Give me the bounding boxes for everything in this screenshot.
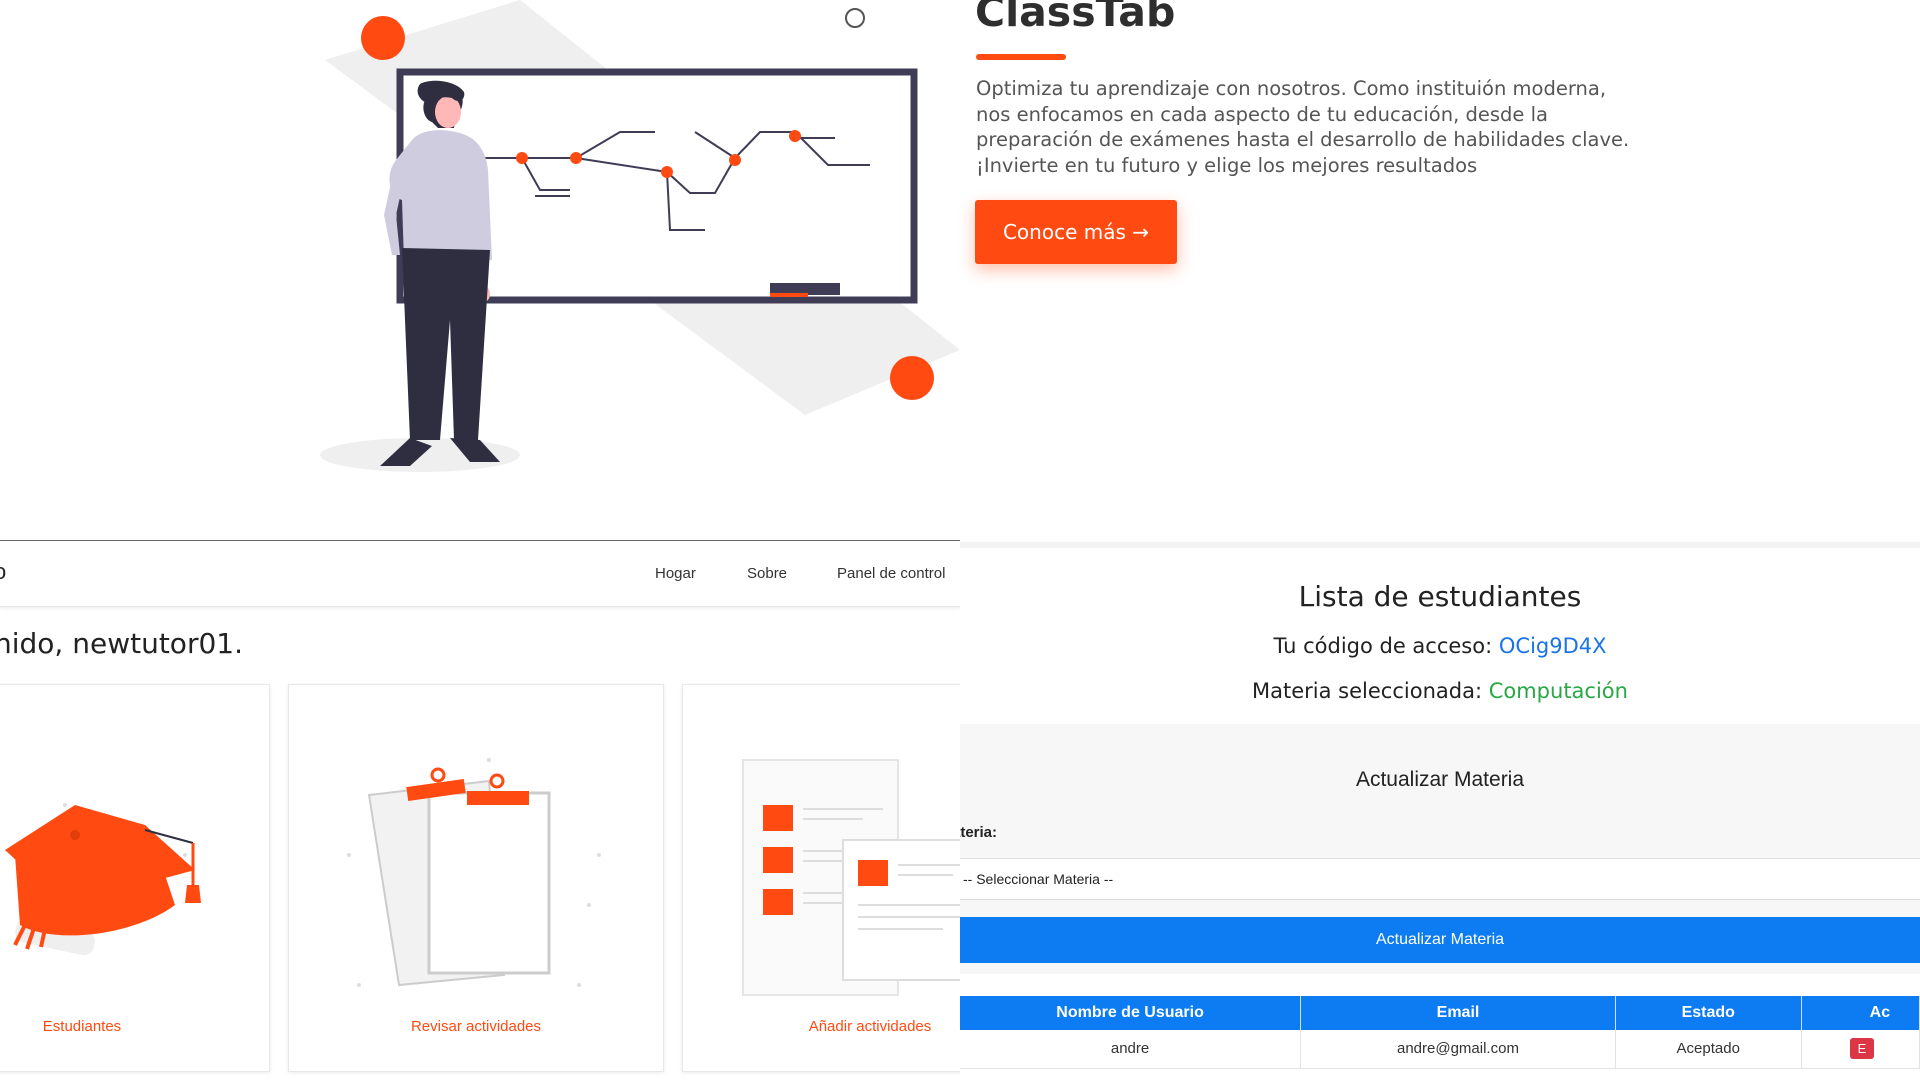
tutor-dashboard: o Hogar Sobre Panel de control nido, new… [0, 541, 960, 1080]
brand-logo[interactable]: o [0, 559, 6, 585]
nav-home-link[interactable]: Hogar [655, 565, 696, 582]
documents-icon [742, 759, 960, 996]
selected-subject-line: Materia seleccionada: Computación [960, 679, 1920, 703]
column-header-actions: Ac [1801, 996, 1920, 1030]
subject-field-label: ateria: [960, 824, 998, 841]
access-code-value: OCig9D4X [1498, 634, 1607, 658]
navbar: o Hogar Sobre Panel de control [0, 541, 960, 607]
title-underline [976, 54, 1066, 60]
update-subject-button[interactable]: Actualizar Materia [960, 917, 1920, 963]
subject-select-value: -- Seleccionar Materia -- [963, 871, 1114, 887]
cell-actions: E [1801, 1030, 1920, 1069]
table-row: andre andre@gmail.com Aceptado E [960, 1030, 1920, 1069]
nav-about-link[interactable]: Sobre [747, 565, 787, 582]
access-code-line: Tu código de acceso: OCig9D4X [960, 634, 1920, 658]
decor-circle [890, 356, 934, 400]
cell-status: Aceptado [1615, 1030, 1802, 1069]
hero-description: Optimiza tu aprendizaje con nosotros. Co… [976, 76, 1656, 178]
access-code-label: Tu código de acceso: [1273, 634, 1493, 658]
hero-description-line: ¡Invierte en tu futuro y elige los mejor… [976, 153, 1478, 177]
review-activities-card[interactable]: Revisar actividades [288, 684, 664, 1072]
marker [770, 293, 808, 297]
student-list-section: Lista de estudiantes Tu código de acceso… [960, 548, 1920, 1080]
selected-subject-value: Computación [1488, 679, 1628, 703]
cell-username: andre [960, 1030, 1302, 1069]
teacher-whiteboard-illustration [320, 0, 960, 472]
update-subject-panel: Actualizar Materia ateria: -- Selecciona… [960, 724, 1920, 974]
hero-title: ClassTab [975, 0, 1176, 36]
students-card[interactable]: Estudiantes [0, 684, 270, 1072]
page-title: Lista de estudiantes [1298, 580, 1582, 613]
students-table: Nombre de Usuario Email Estado Ac andre … [960, 996, 1920, 1069]
delete-student-button[interactable]: E [1849, 1038, 1875, 1060]
review-activities-card-label: Revisar actividades [410, 1018, 542, 1035]
column-header-username: Nombre de Usuario [960, 996, 1302, 1030]
welcome-heading: nido, newtutor01. [0, 627, 243, 660]
decor-ring [845, 8, 865, 28]
hero-description-line: nos enfocamos en cada aspecto de tu educ… [976, 102, 1548, 126]
nav-panel-link[interactable]: Panel de control [837, 565, 945, 582]
clipboards-icon [347, 758, 601, 987]
decor-circle [361, 16, 405, 60]
hero-section: ClassTab Optimiza tu aprendizaje con nos… [960, 0, 1920, 540]
hero-description-line: preparación de exámenes hasta el desarro… [976, 128, 1630, 151]
column-header-status: Estado [1615, 996, 1802, 1030]
add-activities-card[interactable]: Añadir actividades [682, 684, 960, 1072]
students-card-label: Estudiantes [42, 1018, 122, 1035]
column-header-email: Email [1300, 996, 1616, 1030]
add-activities-card-label: Añadir actividades [808, 1018, 932, 1035]
hero-illustration [0, 0, 960, 540]
selected-subject-label: Materia seleccionada: [1252, 679, 1483, 703]
update-subject-heading: Actualizar Materia [1355, 768, 1525, 791]
cell-email: andre@gmail.com [1300, 1030, 1616, 1069]
learn-more-button[interactable]: Conoce más → [975, 200, 1177, 264]
graduation-cap-icon [5, 803, 201, 956]
table-header-row: Nombre de Usuario Email Estado Ac [960, 996, 1920, 1030]
subject-select[interactable]: -- Seleccionar Materia -- [960, 858, 1920, 900]
hero-description-line: Optimiza tu aprendizaje con nosotros. Co… [976, 77, 1607, 100]
